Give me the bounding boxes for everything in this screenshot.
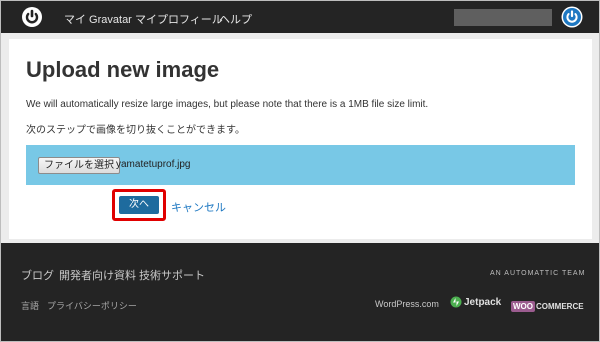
size-limit-note: We will automatically resize large image… <box>26 99 429 110</box>
choose-file-button[interactable]: ファイルを選択 <box>38 157 120 174</box>
file-upload-bar: ファイルを選択 yamatetuprof.jpg <box>26 145 575 185</box>
footer-link-support[interactable]: 技術サポート <box>139 267 205 283</box>
automattic-tagline[interactable]: AN AUTOMATTIC TEAM <box>490 270 585 277</box>
crop-note: 次のステップで画像を切り抜くことができます。 <box>26 125 245 136</box>
top-nav: マイ Gravatar マイプロフィール ヘルプ <box>1 1 599 33</box>
nav-my-profile[interactable]: マイプロフィール <box>135 11 223 27</box>
woo-commerce-label: COMMERCE <box>536 302 584 311</box>
cancel-link[interactable]: キャンセル <box>171 199 226 215</box>
gravatar-power-icon[interactable] <box>21 6 43 28</box>
selected-file-name: yamatetuprof.jpg <box>116 159 191 170</box>
next-button[interactable]: 次へ <box>119 196 159 214</box>
wordpress-link[interactable]: WordPress.com <box>375 299 439 309</box>
jetpack-icon <box>450 296 462 308</box>
jetpack-label: Jetpack <box>464 297 502 308</box>
footer: ブログ 開発者向け資料 技術サポート 言語 プライバシーポリシー AN AUTO… <box>1 243 599 341</box>
page-frame: マイ Gravatar マイプロフィール ヘルプ Upload new imag… <box>0 0 600 342</box>
nav-help[interactable]: ヘルプ <box>219 11 252 27</box>
footer-link-language[interactable]: 言語 <box>21 299 39 312</box>
nav-my-gravatar[interactable]: マイ Gravatar <box>64 11 132 27</box>
woocommerce-link[interactable]: WOO COMMERCE <box>511 296 584 314</box>
upload-card: Upload new image We will automatically r… <box>9 39 592 239</box>
woo-badge: WOO <box>511 301 535 312</box>
next-button-highlight: 次へ <box>112 189 166 221</box>
page-title: Upload new image <box>26 57 220 82</box>
footer-link-blog[interactable]: ブログ <box>21 267 54 283</box>
footer-link-privacy[interactable]: プライバシーポリシー <box>47 299 137 312</box>
footer-link-developers[interactable]: 開発者向け資料 <box>59 267 136 283</box>
user-name-redacted <box>454 9 552 26</box>
main-area: Upload new image We will automatically r… <box>1 33 599 243</box>
power-icon[interactable] <box>561 6 583 28</box>
